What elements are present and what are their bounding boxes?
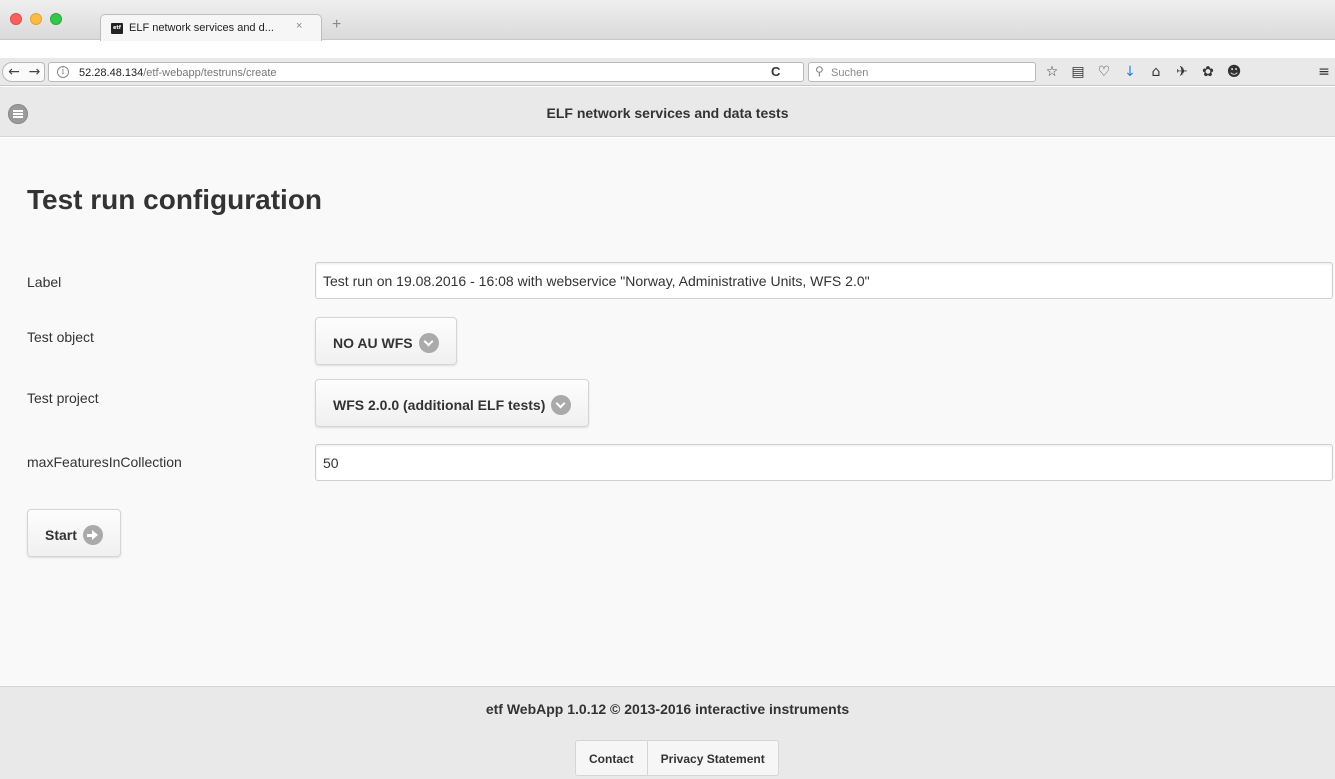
minimize-window-button[interactable] [30,13,42,25]
browser-toolbar: ← → i 52.28.48.134/etf-webapp/testruns/c… [0,58,1335,86]
info-icon[interactable]: i [57,66,69,78]
page-title: Test run configuration [27,184,323,215]
search-bar[interactable]: ⚲ Suchen [808,62,1036,82]
label-input[interactable]: Test run on 19.08.2016 - 16:08 with webs… [315,262,1333,299]
app-header: ELF network services and data tests [0,87,1335,137]
test-object-label: Test object [27,329,94,345]
main-content: Test run configuration Label Test run on… [0,138,1335,686]
etf-favicon-icon: etf [111,23,123,34]
contact-link[interactable]: Contact [576,741,647,775]
arrow-right-circle-icon [82,525,103,545]
hamburger-menu-icon[interactable]: ≡ [1314,63,1334,81]
home-icon[interactable]: ⌂ [1146,63,1166,81]
search-placeholder: Suchen [831,67,869,79]
reading-list-icon[interactable]: ▤ [1068,63,1088,81]
start-button[interactable]: Start [27,509,121,557]
download-icon[interactable]: ↓ [1120,63,1140,81]
reload-icon[interactable]: C [771,64,780,79]
send-icon[interactable]: ✈ [1172,63,1192,81]
emoji-icon[interactable]: ☻ [1224,63,1244,81]
arrow-left-icon: ← [8,64,20,80]
arrow-right-icon: → [28,64,41,80]
url-host: 52.28.48.134 [79,67,144,79]
max-features-input[interactable]: 50 [315,444,1333,481]
test-project-select[interactable]: WFS 2.0.0 (additional ELF tests) [315,379,590,427]
footer-copyright: etf WebApp 1.0.12 © 2013-2016 interactiv… [485,701,850,717]
bookmark-star-icon[interactable]: ☆ [1042,63,1062,81]
url-text: 52.28.48.134/etf-webapp/testruns/create [79,67,277,79]
extension-icon[interactable]: ✿ [1198,63,1218,81]
label-field-label: Label [27,274,62,290]
maximize-window-button[interactable] [50,13,62,25]
close-window-button[interactable] [10,13,22,25]
footer-links: Contact Privacy Statement [575,740,779,776]
start-label: Start [45,527,77,543]
browser-title-bar: etf ELF network services and d... × + [0,0,1335,41]
tab-title: ELF network services and d... [129,22,274,34]
chevron-down-icon [418,333,439,353]
forward-button[interactable]: → [25,62,45,82]
max-features-label: maxFeaturesInCollection [27,454,182,470]
browser-tab[interactable]: etf ELF network services and d... × [100,14,322,41]
back-button[interactable]: ← [2,62,26,82]
chevron-down-icon [551,395,572,415]
test-object-select[interactable]: NO AU WFS [315,317,457,365]
footer: etf WebApp 1.0.12 © 2013-2016 interactiv… [0,686,1335,779]
test-project-label: Test project [27,390,99,406]
test-project-value: WFS 2.0.0 (additional ELF tests) [333,397,546,413]
url-bar[interactable]: i 52.28.48.134/etf-webapp/testruns/creat… [48,62,804,82]
url-path: /etf-webapp/testruns/create [143,67,277,79]
test-object-value: NO AU WFS [333,335,413,351]
new-tab-button[interactable]: + [332,16,341,34]
pocket-icon[interactable]: ♡ [1094,63,1114,81]
tab-close-icon[interactable]: × [296,20,302,32]
search-icon: ⚲ [815,64,824,78]
privacy-statement-link[interactable]: Privacy Statement [646,741,778,775]
app-title: ELF network services and data tests [546,105,789,121]
